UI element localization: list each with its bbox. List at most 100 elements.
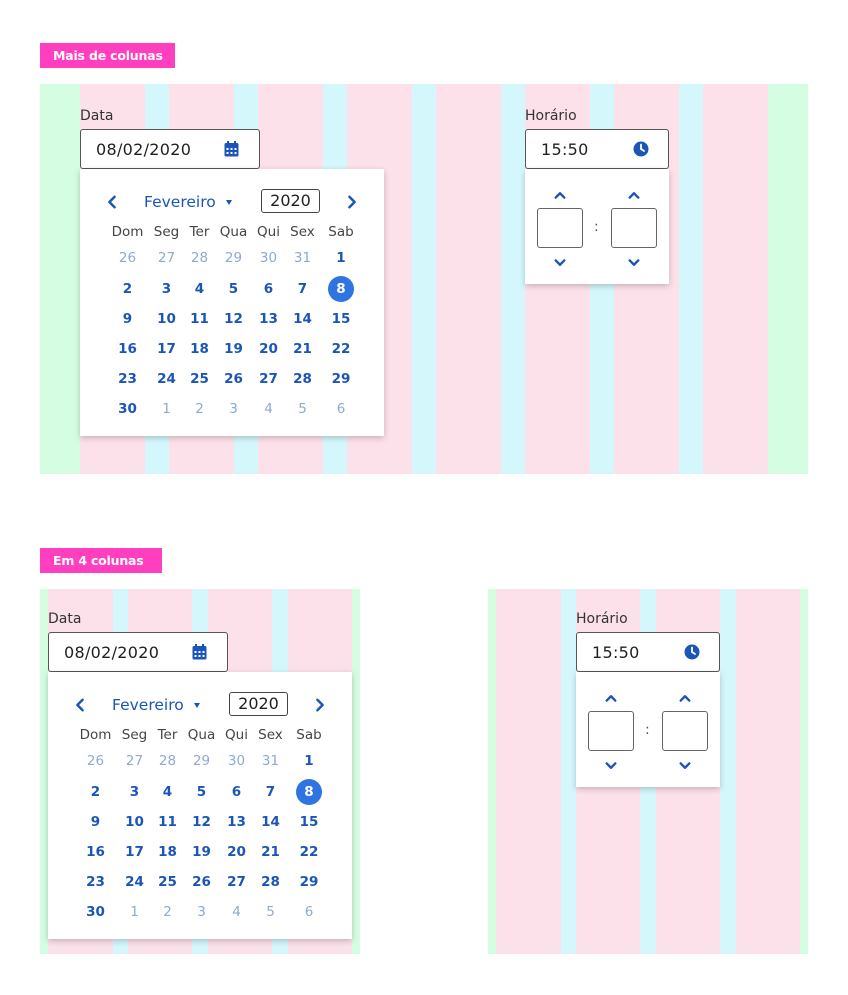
date-input[interactable]: 08/02/2020 (48, 632, 228, 672)
calendar-day[interactable]: 26 (189, 869, 215, 895)
calendar-day[interactable]: 5 (189, 779, 215, 805)
calendar-day[interactable]: 9 (83, 809, 109, 835)
calendar-day[interactable]: 6 (328, 396, 354, 422)
calendar-day[interactable]: 28 (290, 366, 316, 392)
calendar-day[interactable]: 3 (189, 899, 215, 925)
calendar-day[interactable]: 7 (258, 779, 284, 805)
calendar-day[interactable]: 31 (258, 748, 284, 774)
calendar-day[interactable]: 26 (115, 245, 141, 271)
calendar-day[interactable]: 27 (122, 748, 148, 774)
calendar-day[interactable]: 4 (187, 276, 213, 302)
calendar-day[interactable]: 26 (221, 366, 247, 392)
calendar-day[interactable]: 19 (221, 336, 247, 362)
minute-decrement-button[interactable] (677, 760, 693, 772)
calendar-day[interactable]: 2 (83, 779, 109, 805)
calendar-day[interactable]: 27 (256, 366, 282, 392)
calendar-day[interactable]: 15 (296, 809, 322, 835)
calendar-day[interactable]: 29 (221, 245, 247, 271)
calendar-day[interactable]: 16 (83, 839, 109, 865)
calendar-day[interactable]: 24 (122, 869, 148, 895)
calendar-day[interactable]: 18 (155, 839, 181, 865)
hour-decrement-button[interactable] (603, 760, 619, 772)
calendar-day[interactable]: 26 (83, 748, 109, 774)
calendar-day[interactable]: 6 (256, 276, 282, 302)
calendar-day[interactable]: 19 (189, 839, 215, 865)
calendar-day[interactable]: 23 (83, 869, 109, 895)
calendar-day[interactable]: 10 (154, 306, 180, 332)
calendar-day[interactable]: 11 (187, 306, 213, 332)
calendar-day[interactable]: 30 (83, 899, 109, 925)
calendar-day[interactable]: 20 (224, 839, 250, 865)
calendar-day[interactable]: 7 (290, 276, 316, 302)
clock-icon[interactable] (684, 644, 700, 660)
time-input[interactable]: 15:50 (576, 632, 720, 672)
time-input[interactable]: 15:50 (525, 129, 669, 169)
hour-input[interactable] (588, 711, 634, 751)
calendar-day[interactable]: 30 (224, 748, 250, 774)
calendar-day[interactable]: 1 (122, 899, 148, 925)
calendar-day[interactable]: 3 (122, 779, 148, 805)
calendar-day[interactable]: 29 (296, 869, 322, 895)
calendar-day[interactable]: 21 (258, 839, 284, 865)
hour-decrement-button[interactable] (552, 257, 568, 269)
calendar-day[interactable]: 30 (256, 245, 282, 271)
calendar-day[interactable]: 11 (155, 809, 181, 835)
calendar-day[interactable]: 31 (290, 245, 316, 271)
calendar-day[interactable]: 23 (115, 366, 141, 392)
calendar-day[interactable]: 4 (224, 899, 250, 925)
calendar-day[interactable]: 27 (224, 869, 250, 895)
calendar-day[interactable]: 5 (258, 899, 284, 925)
calendar-day[interactable]: 22 (328, 336, 354, 362)
calendar-day[interactable]: 21 (290, 336, 316, 362)
minute-decrement-button[interactable] (626, 257, 642, 269)
calendar-day[interactable]: 24 (154, 366, 180, 392)
date-input[interactable]: 08/02/2020 (80, 129, 260, 169)
calendar-day[interactable]: 22 (296, 839, 322, 865)
calendar-day[interactable]: 13 (256, 306, 282, 332)
calendar-day[interactable]: 28 (258, 869, 284, 895)
calendar-day[interactable]: 17 (122, 839, 148, 865)
calendar-day[interactable]: 6 (224, 779, 250, 805)
calendar-day[interactable]: 9 (115, 306, 141, 332)
calendar-day[interactable]: 4 (155, 779, 181, 805)
calendar-day[interactable]: 15 (328, 306, 354, 332)
calendar-day[interactable]: 27 (154, 245, 180, 271)
minute-input[interactable] (611, 208, 657, 248)
calendar-day[interactable]: 25 (187, 366, 213, 392)
calendar-day[interactable]: 25 (155, 869, 181, 895)
calendar-day[interactable]: 2 (187, 396, 213, 422)
calendar-day[interactable]: 28 (187, 245, 213, 271)
calendar-day[interactable]: 6 (296, 899, 322, 925)
prev-month-button[interactable] (70, 695, 90, 715)
year-input[interactable]: 2020 (261, 189, 320, 213)
next-month-button[interactable] (310, 695, 330, 715)
calendar-day[interactable]: 5 (290, 396, 316, 422)
calendar-icon[interactable] (223, 141, 239, 157)
calendar-day[interactable]: 2 (155, 899, 181, 925)
hour-input[interactable] (537, 208, 583, 248)
minute-increment-button[interactable] (626, 189, 642, 201)
clock-icon[interactable] (633, 141, 649, 157)
calendar-day[interactable]: 8 (328, 276, 354, 302)
calendar-day[interactable]: 12 (221, 306, 247, 332)
minute-increment-button[interactable] (677, 692, 693, 704)
calendar-icon[interactable] (191, 644, 207, 660)
hour-increment-button[interactable] (552, 189, 568, 201)
calendar-day[interactable]: 8 (296, 779, 322, 805)
calendar-day[interactable]: 13 (224, 809, 250, 835)
calendar-day[interactable]: 10 (122, 809, 148, 835)
calendar-day[interactable]: 29 (328, 366, 354, 392)
calendar-day[interactable]: 3 (221, 396, 247, 422)
year-input[interactable]: 2020 (229, 692, 288, 716)
calendar-day[interactable]: 14 (258, 809, 284, 835)
month-select[interactable]: Fevereiro (112, 696, 200, 714)
calendar-day[interactable]: 12 (189, 809, 215, 835)
calendar-day[interactable]: 3 (154, 276, 180, 302)
calendar-day[interactable]: 20 (256, 336, 282, 362)
calendar-day[interactable]: 5 (221, 276, 247, 302)
hour-increment-button[interactable] (603, 692, 619, 704)
calendar-day[interactable]: 17 (154, 336, 180, 362)
calendar-day[interactable]: 14 (290, 306, 316, 332)
calendar-day[interactable]: 2 (115, 276, 141, 302)
calendar-day[interactable]: 30 (115, 396, 141, 422)
